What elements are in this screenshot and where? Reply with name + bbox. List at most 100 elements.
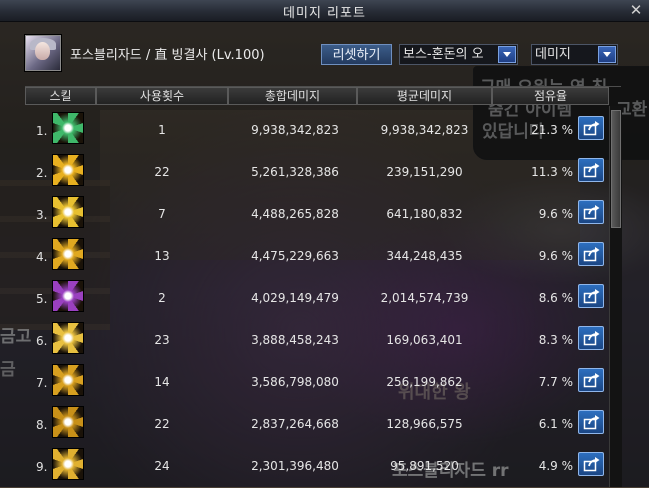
header-average-damage[interactable]: 평균데미지 bbox=[357, 87, 492, 105]
table-row: 5. 2 4,029,149,479 2,014,574,739 8.6 % bbox=[25, 280, 609, 314]
share-export-button[interactable] bbox=[578, 116, 604, 140]
table-row: 6. 23 3,888,458,243 169,063,401 8.3 % bbox=[25, 322, 609, 356]
target-dropdown[interactable]: 보스-혼돈의 오 bbox=[399, 44, 518, 65]
share-arrow-icon bbox=[583, 289, 600, 304]
row-uses: 14 bbox=[154, 375, 170, 389]
window-titlebar[interactable]: 데미지 리포트 ✕ bbox=[0, 0, 649, 22]
scrollbar-thumb[interactable] bbox=[611, 110, 621, 228]
row-share: 6.1 % bbox=[538, 417, 573, 431]
character-portrait bbox=[25, 35, 61, 71]
row-total-damage: 2,301,396,480 bbox=[251, 459, 339, 473]
row-total-damage: 4,475,229,663 bbox=[251, 249, 339, 263]
table-row: 9. 24 2,301,396,480 95,891,520 4.9 % bbox=[25, 448, 609, 482]
row-index: 4. bbox=[36, 250, 48, 264]
share-export-button[interactable] bbox=[578, 242, 604, 266]
metric-dropdown-value: 데미지 bbox=[535, 47, 571, 62]
header-share[interactable]: 점유율 bbox=[492, 87, 609, 105]
share-arrow-icon bbox=[583, 373, 600, 388]
share-arrow-icon bbox=[583, 121, 600, 136]
share-export-button[interactable] bbox=[578, 452, 604, 476]
share-export-button[interactable] bbox=[578, 284, 604, 308]
scrollbar[interactable] bbox=[609, 106, 622, 487]
share-export-button[interactable] bbox=[578, 326, 604, 350]
golden-bow-icon bbox=[52, 406, 84, 438]
row-share: 8.3 % bbox=[538, 333, 573, 347]
share-export-button[interactable] bbox=[578, 368, 604, 392]
row-total-damage: 3,586,798,080 bbox=[251, 375, 339, 389]
table-row: 8. 22 2,837,264,668 128,966,575 6.1 % bbox=[25, 406, 609, 440]
row-index: 6. bbox=[36, 334, 48, 348]
table-row: 7. 14 3,586,798,080 256,199,862 7.7 % bbox=[25, 364, 609, 398]
row-uses: 1 bbox=[158, 123, 166, 137]
row-average-damage: 95,891,520 bbox=[390, 459, 459, 473]
row-index: 1. bbox=[36, 124, 48, 138]
row-index: 9. bbox=[36, 460, 48, 474]
row-index: 2. bbox=[36, 166, 48, 180]
share-arrow-icon bbox=[583, 457, 600, 472]
row-uses: 13 bbox=[154, 249, 170, 263]
close-button[interactable]: ✕ bbox=[627, 1, 645, 19]
row-uses: 2 bbox=[158, 291, 166, 305]
portrait-face bbox=[35, 42, 50, 60]
damage-report-window: 데미지 리포트 ✕ 포스블리자드 / 直 빙결사 (Lv.100) 리셋하기 보… bbox=[0, 0, 649, 487]
golden-ring-burst-icon bbox=[52, 364, 84, 396]
row-average-damage: 2,014,574,739 bbox=[380, 291, 469, 305]
row-average-damage: 641,180,832 bbox=[386, 207, 463, 221]
row-average-damage: 256,199,862 bbox=[386, 375, 463, 389]
row-total-damage: 5,261,328,386 bbox=[251, 165, 339, 179]
share-export-button[interactable] bbox=[578, 200, 604, 224]
row-average-damage: 239,151,290 bbox=[386, 165, 463, 179]
window-title: 데미지 리포트 bbox=[283, 6, 366, 21]
share-export-button[interactable] bbox=[578, 158, 604, 182]
table-row: 3. 7 4,488,265,828 641,180,832 9.6 % bbox=[25, 196, 609, 230]
share-arrow-icon bbox=[583, 163, 600, 178]
target-dropdown-value: 보스-혼돈의 오 bbox=[403, 47, 484, 62]
row-average-damage: 169,063,401 bbox=[386, 333, 463, 347]
row-total-damage: 4,488,265,828 bbox=[251, 207, 339, 221]
row-uses: 24 bbox=[154, 459, 170, 473]
row-index: 8. bbox=[36, 418, 48, 432]
chevron-down-icon[interactable] bbox=[498, 46, 516, 63]
purple-crystal-field-icon bbox=[52, 280, 84, 312]
character-name: 포스블리자드 / 直 빙결사 (Lv.100) bbox=[70, 48, 265, 63]
share-arrow-icon bbox=[583, 247, 600, 262]
table-row: 4. 13 4,475,229,663 344,248,435 9.6 % bbox=[25, 238, 609, 272]
golden-flame-spikes-icon bbox=[52, 154, 84, 186]
share-arrow-icon bbox=[583, 205, 600, 220]
chevron-down-icon[interactable] bbox=[598, 46, 616, 63]
row-index: 5. bbox=[36, 292, 48, 306]
golden-star-icon bbox=[52, 322, 84, 354]
share-export-button[interactable] bbox=[578, 410, 604, 434]
row-total-damage: 9,938,342,823 bbox=[251, 123, 339, 137]
reset-button[interactable]: 리셋하기 bbox=[321, 44, 392, 65]
row-share: 9.6 % bbox=[538, 207, 573, 221]
row-uses: 22 bbox=[154, 165, 170, 179]
header-uses[interactable]: 사용횟수 bbox=[96, 87, 228, 105]
row-share: 4.9 % bbox=[538, 459, 573, 473]
row-total-damage: 4,029,149,479 bbox=[251, 291, 339, 305]
share-arrow-icon bbox=[583, 415, 600, 430]
row-share: 11.3 % bbox=[531, 165, 573, 179]
row-index: 7. bbox=[36, 376, 48, 390]
header-skill[interactable]: 스킬 bbox=[25, 87, 96, 105]
table-row: 1. 1 9,938,342,823 9,938,342,823 21.3 % bbox=[25, 112, 609, 146]
header-total-damage[interactable]: 총합데미지 bbox=[228, 87, 357, 105]
row-share: 7.7 % bbox=[538, 375, 573, 389]
row-share: 9.6 % bbox=[538, 249, 573, 263]
row-total-damage: 3,888,458,243 bbox=[251, 333, 339, 347]
metric-dropdown[interactable]: 데미지 bbox=[531, 44, 618, 65]
row-share: 8.6 % bbox=[538, 291, 573, 305]
share-arrow-icon bbox=[583, 331, 600, 346]
table-row: 2. 22 5,261,328,386 239,151,290 11.3 % bbox=[25, 154, 609, 188]
row-index: 3. bbox=[36, 208, 48, 222]
golden-arrow-burst-icon bbox=[52, 448, 84, 480]
golden-starburst-icon bbox=[52, 196, 84, 228]
row-total-damage: 2,837,264,668 bbox=[251, 417, 339, 431]
row-average-damage: 128,966,575 bbox=[386, 417, 463, 431]
green-frost-burst-icon bbox=[52, 112, 84, 144]
row-average-damage: 9,938,342,823 bbox=[380, 123, 469, 137]
row-uses: 23 bbox=[154, 333, 170, 347]
row-share: 21.3 % bbox=[531, 123, 573, 137]
row-average-damage: 344,248,435 bbox=[386, 249, 463, 263]
golden-wing-strike-icon bbox=[52, 238, 84, 270]
